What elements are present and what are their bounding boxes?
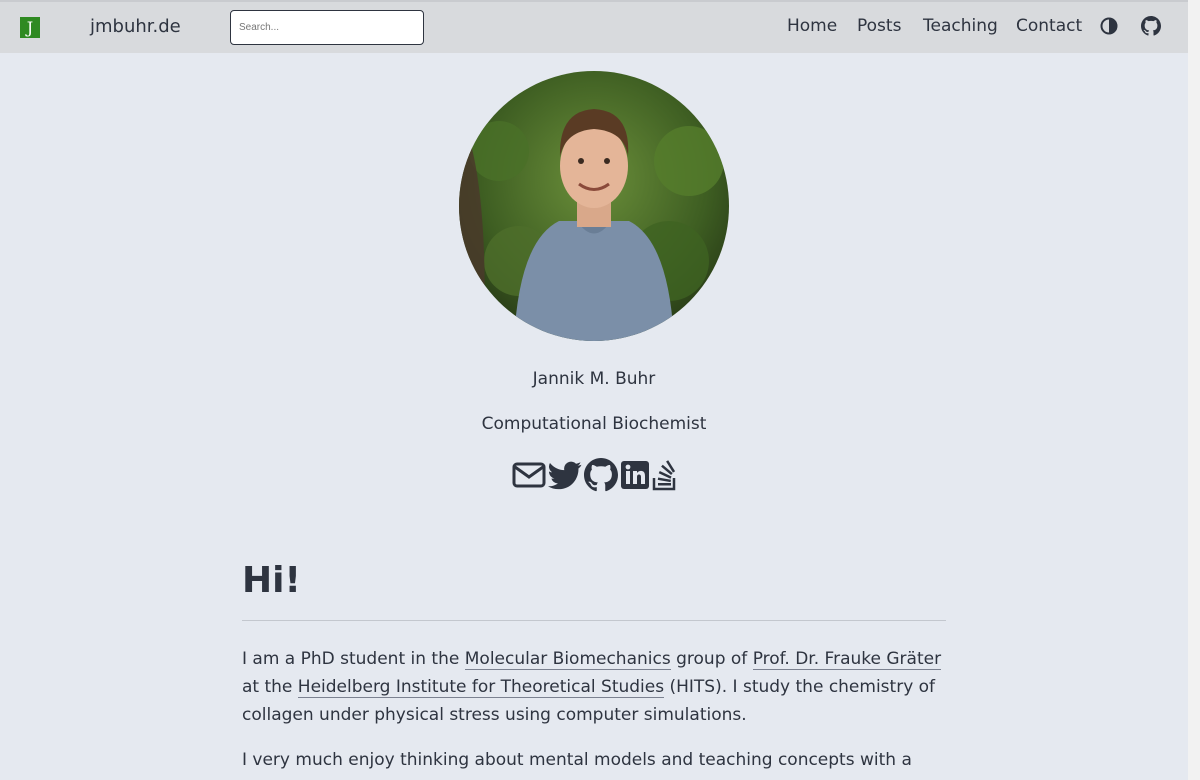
nav-link-teaching[interactable]: Teaching xyxy=(923,16,998,36)
link-frauke-grater[interactable]: Prof. Dr. Frauke Gräter xyxy=(752,649,942,670)
link-hits[interactable]: Heidelberg Institute for Theoretical Stu… xyxy=(297,677,665,698)
intro-text: group of xyxy=(670,649,753,669)
github-icon[interactable] xyxy=(1141,16,1161,36)
profile-name: Jannik M. Buhr xyxy=(532,369,656,389)
profile-role: Computational Biochemist xyxy=(481,414,707,434)
github-icon[interactable] xyxy=(584,458,618,492)
theme-toggle-icon[interactable] xyxy=(1099,16,1119,36)
scrollbar-gutter xyxy=(1188,0,1200,780)
nav-link-contact[interactable]: Contact xyxy=(1016,16,1082,36)
intro-text: I am a PhD student in the xyxy=(242,649,465,669)
site-logo[interactable]: J xyxy=(20,17,40,38)
link-molecular-biomechanics[interactable]: Molecular Biomechanics xyxy=(464,649,671,670)
page-heading: Hi! xyxy=(242,560,301,601)
profile-photo xyxy=(459,71,729,341)
second-paragraph: I very much enjoy thinking about mental … xyxy=(242,750,912,780)
site-brand-link[interactable]: jmbuhr.de xyxy=(90,16,181,37)
nav-link-home[interactable]: Home xyxy=(787,16,837,36)
stackoverflow-icon[interactable] xyxy=(652,458,678,492)
twitter-icon[interactable] xyxy=(548,458,582,492)
search-input[interactable] xyxy=(230,10,424,45)
heading-divider xyxy=(242,620,946,621)
nav-link-posts[interactable]: Posts xyxy=(857,16,901,36)
email-icon[interactable] xyxy=(512,458,546,492)
top-navbar: J jmbuhr.de Home Posts Teaching Contact xyxy=(0,0,1188,53)
intro-paragraph: I am a PhD student in the Molecular Biom… xyxy=(242,645,954,729)
intro-text: at the xyxy=(242,677,298,697)
linkedin-icon[interactable] xyxy=(620,458,650,492)
